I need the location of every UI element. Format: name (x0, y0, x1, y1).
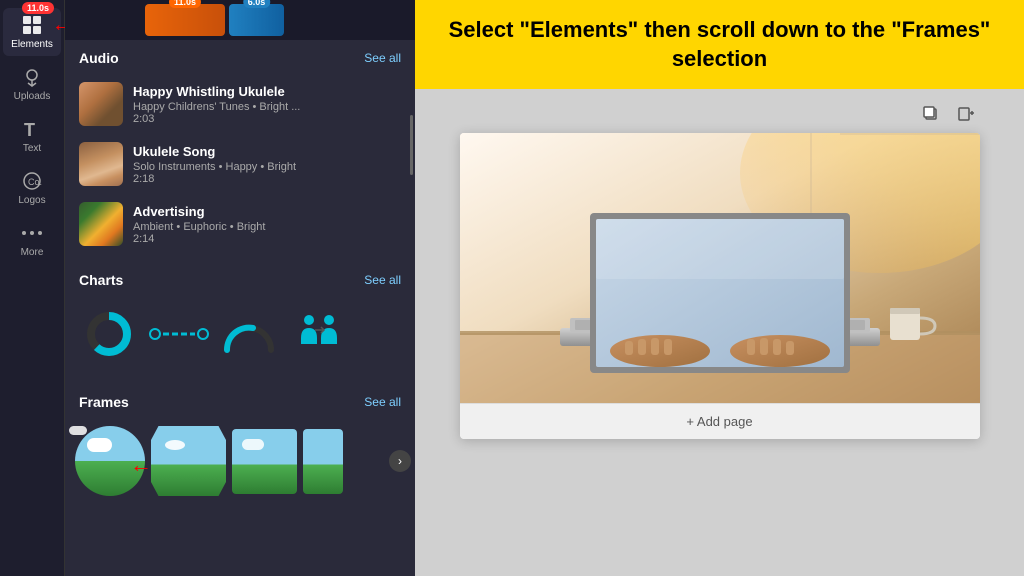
sidebar-item-text[interactable]: T Text (3, 112, 61, 160)
add-page-toolbar-button[interactable] (952, 99, 980, 127)
audio-section-header: Audio See all (65, 40, 415, 74)
frames-section: Frames See all ← › (65, 376, 415, 508)
content-panel: 11.0s 6.0s Audio See all Happy Whistling… (65, 0, 415, 576)
frames-next-button[interactable]: › (389, 450, 411, 472)
audio-duration-2: 2:18 (133, 173, 401, 185)
laptop-scene (460, 133, 980, 403)
text-icon: T (21, 118, 43, 140)
chart-donut-item[interactable] (79, 304, 139, 364)
frames-arrow-indicator: ← (130, 452, 152, 478)
audio-duration-3: 2:14 (133, 233, 401, 245)
charts-grid (65, 296, 415, 372)
uploads-label: Uploads (14, 91, 51, 102)
audio-subtitle-1: Happy Childrens' Tunes • Bright ... (133, 101, 401, 113)
audio-info-advertising: Advertising Ambient • Euphoric • Bright … (133, 204, 401, 245)
frames-section-title: Frames (79, 394, 129, 410)
chart-arc-item[interactable] (219, 304, 279, 364)
panel-scrollbar[interactable] (410, 115, 413, 175)
logos-label: Logos (18, 195, 45, 206)
frames-grid: ← › (65, 418, 415, 504)
add-page-label: + Add page (686, 414, 752, 429)
clip1-badge: 11.0s (169, 0, 201, 8)
audio-item-advertising[interactable]: Advertising Ambient • Euphoric • Bright … (65, 194, 415, 254)
instruction-banner: Select "Elements" then scroll down to th… (415, 0, 1024, 89)
sidebar: Elements Uploads T Text Co. Logos (0, 0, 65, 576)
instruction-text: Select "Elements" then scroll down to th… (439, 16, 1000, 73)
frame-cloud-3 (242, 439, 264, 450)
logos-icon: Co. (21, 170, 43, 192)
video-timeline: 11.0s 6.0s (65, 0, 415, 40)
audio-section-title: Audio (79, 50, 119, 66)
sidebar-item-uploads[interactable]: Uploads (3, 60, 61, 108)
charts-section: Charts See all (65, 254, 415, 376)
more-icon (21, 222, 43, 244)
audio-subtitle-3: Ambient • Euphoric • Bright (133, 221, 401, 233)
charts-section-title: Charts (79, 272, 123, 288)
chart-dash-item[interactable] (149, 304, 209, 364)
audio-subtitle-2: Solo Instruments • Happy • Bright (133, 161, 401, 173)
audio-see-all-link[interactable]: See all (364, 51, 401, 65)
uploads-icon (21, 66, 43, 88)
charts-see-all-link[interactable]: See all (364, 273, 401, 287)
clip2-badge: 6.0s (243, 0, 271, 8)
more-label: More (21, 247, 44, 258)
audio-item-ukulele-song[interactable]: Ukulele Song Solo Instruments • Happy • … (65, 134, 415, 194)
text-label: Text (23, 143, 41, 154)
charts-section-header: Charts See all (65, 262, 415, 296)
audio-thumb-advertising (79, 202, 123, 246)
audio-info-happy: Happy Whistling Ukulele Happy Childrens'… (133, 84, 401, 125)
timeline-clip-2[interactable]: 6.0s (229, 4, 284, 36)
elements-icon (21, 14, 43, 36)
frame-partial-item[interactable] (303, 429, 343, 494)
frames-see-all-link[interactable]: See all (364, 395, 401, 409)
sidebar-item-more[interactable]: More (3, 216, 61, 264)
audio-title-2: Ukulele Song (133, 144, 401, 159)
copy-button[interactable] (916, 99, 944, 127)
elements-timer-badge: 11.0s (22, 2, 54, 14)
audio-thumb-ukulele (79, 142, 123, 186)
audio-info-ukulele: Ukulele Song Solo Instruments • Happy • … (133, 144, 401, 185)
add-page-button[interactable]: + Add page (460, 403, 980, 439)
canvas-image-area (460, 133, 980, 403)
svg-text:T: T (24, 120, 35, 140)
frame-irregular-item[interactable] (151, 426, 226, 496)
frame-cloud-2 (165, 440, 185, 450)
elements-label: Elements (11, 39, 53, 50)
sidebar-item-logos[interactable]: Co. Logos (3, 164, 61, 212)
audio-title-1: Happy Whistling Ukulele (133, 84, 401, 99)
frames-section-header: Frames See all (65, 384, 415, 418)
frame-circle-container[interactable]: ← (75, 426, 145, 496)
audio-title-3: Advertising (133, 204, 401, 219)
main-content-area: Select "Elements" then scroll down to th… (415, 0, 1024, 576)
chart-people-item[interactable] (289, 304, 349, 364)
frame-square-item[interactable] (232, 429, 297, 494)
frame-cloud-1 (87, 438, 112, 452)
audio-item-happy-whistling[interactable]: Happy Whistling Ukulele Happy Childrens'… (65, 74, 415, 134)
svg-text:Co.: Co. (28, 177, 42, 187)
audio-thumb-happy (79, 82, 123, 126)
timeline-clip-1[interactable]: 11.0s (145, 4, 225, 36)
audio-duration-1: 2:03 (133, 113, 401, 125)
canvas-page: + Add page (460, 133, 980, 439)
canvas-toolbar (460, 99, 980, 127)
canvas-area: + Add page (415, 89, 1024, 576)
